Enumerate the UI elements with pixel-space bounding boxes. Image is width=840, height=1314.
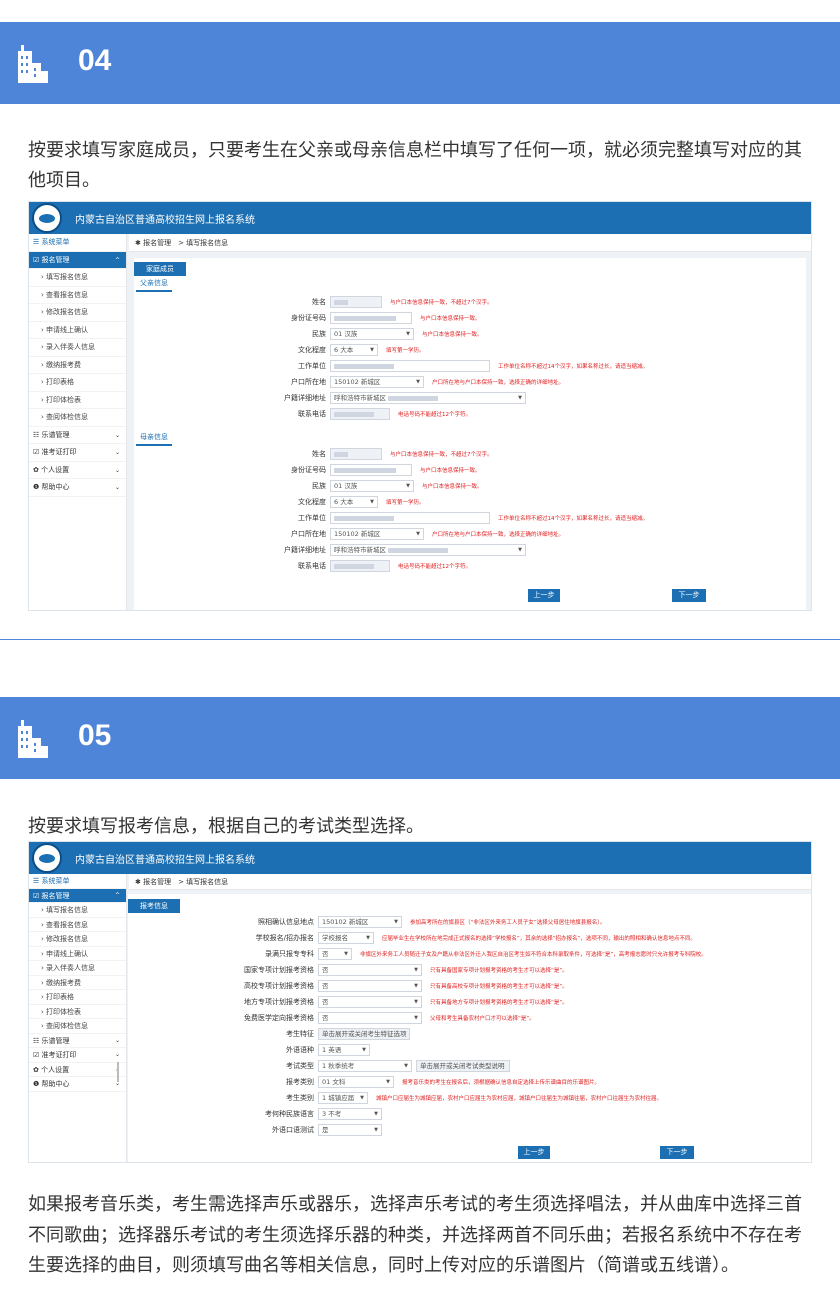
app-logo-icon: [32, 203, 62, 233]
sidebar-item-music[interactable]: ☷ 乐谱管理 ⌄: [29, 427, 126, 444]
sidebar-item-help[interactable]: ❶ 帮助中心 ⌄: [29, 479, 126, 497]
sidebar-subitem[interactable]: › 填写报名信息: [29, 903, 126, 918]
mother-hukou-select[interactable]: 150102 新城区 ▼: [330, 528, 424, 540]
building-icon: [18, 720, 48, 758]
sidebar-item-music[interactable]: ☷ 乐谱管理 ⌄: [29, 1034, 126, 1048]
sidebar-item-admit[interactable]: ☑ 准考证打印 ⌄: [29, 444, 126, 462]
sidebar-item-help[interactable]: ❶ 帮助中心 ⌄: [29, 1077, 126, 1092]
sidebar: ☰ 系统菜单 ☑ 报名管理 ^ › 填写报名信息 › 查看报名信息 › 修改报名信…: [29, 234, 127, 610]
father-id-input[interactable]: [330, 312, 412, 324]
father-section-title: 父亲信息: [136, 278, 172, 292]
app-screenshot-exam: 内蒙古自治区普通高校招生网上报名系统 ☰ 系统菜单 ☑ 报名管理 ^ › 填写报名…: [28, 841, 812, 1163]
national-plan-select[interactable]: 否 ▼: [318, 964, 422, 976]
sidebar-item-reg[interactable]: ☑ 报名管理 ^: [29, 251, 126, 269]
sidebar-subitem[interactable]: › 查看报名信息: [29, 287, 126, 304]
next-button[interactable]: 下一步: [672, 589, 706, 602]
father-work-input[interactable]: [330, 360, 490, 372]
app-screenshot-family: 内蒙古自治区普通高校招生网上报名系统 ☰ 系统菜单 ☑ 报名管理 ^ › 填写报名…: [28, 201, 812, 611]
building-icon: [18, 45, 48, 83]
section-divider: [0, 639, 840, 640]
app-title: 内蒙古自治区普通高校招生网上报名系统: [75, 855, 255, 866]
sidebar-subitem[interactable]: › 录入伴奏人信息: [29, 339, 126, 357]
sidebar-subitem[interactable]: › 打印体检表: [29, 392, 126, 409]
breadcrumb: ✱ 报名管理 > 填写报名信息: [129, 234, 811, 252]
college-plan-select[interactable]: 否 ▼: [318, 980, 422, 992]
tab-exam-info[interactable]: 报考信息: [128, 899, 180, 913]
section-number: 05: [78, 719, 112, 752]
section-04-banner: 04: [0, 22, 840, 104]
mother-edu-select[interactable]: 6 大本 ▼: [330, 496, 378, 508]
mother-phone-input[interactable]: [330, 560, 390, 572]
sidebar-subitem[interactable]: › 修改报名信息: [29, 932, 126, 947]
sidebar-subitem[interactable]: › 申请线上确认: [29, 322, 126, 339]
father-nation-select[interactable]: 01 汉族 ▼: [330, 328, 414, 340]
form-panel: 报考信息 照相确认信息地点 150102 新城区 ▼ 参加高考所在的旗县区（“非法…: [128, 894, 811, 1162]
father-hukou-select[interactable]: 150102 新城区 ▼: [330, 376, 424, 388]
sidebar-subitem[interactable]: › 填写报名信息: [29, 269, 126, 287]
ethnic-lang-select[interactable]: 3 不考 ▼: [318, 1108, 382, 1120]
sidebar-subitem[interactable]: › 查阅体检信息: [29, 409, 126, 427]
features-toggle-button[interactable]: 单击展开或关闭考生特征选项: [318, 1028, 410, 1040]
sidebar-scrollbar[interactable]: [117, 1062, 119, 1082]
reg-mode-select[interactable]: 学校报名 ▼: [318, 932, 374, 944]
oral-test-select[interactable]: 是 ▼: [318, 1124, 382, 1136]
sidebar-menu-title: ☰ 系统菜单: [29, 874, 126, 889]
sidebar-item-reg[interactable]: ☑ 报名管理 ^: [29, 888, 126, 903]
junior-only-select[interactable]: 否 ▼: [318, 948, 352, 960]
mother-addr-select[interactable]: 呼和浩特市新城区 ▼: [330, 544, 526, 556]
father-phone-input[interactable]: [330, 408, 390, 420]
tab-family[interactable]: 家庭成员: [134, 262, 186, 276]
mother-work-input[interactable]: [330, 512, 490, 524]
student-type-select[interactable]: 1 城镇应届 ▼: [318, 1092, 368, 1104]
mother-section-title: 母亲信息: [136, 432, 172, 446]
sidebar-subitem[interactable]: › 缴纳报考费: [29, 976, 126, 990]
instruction-paragraph: 按要求填写报考信息，根据自己的考试类型选择。: [28, 816, 424, 837]
section-05-banner: 05: [0, 697, 840, 779]
sidebar-subitem[interactable]: › 打印表格: [29, 374, 126, 392]
breadcrumb: ✱ 报名管理 > 填写报名信息: [129, 874, 811, 890]
medical-plan-select[interactable]: 否 ▼: [318, 1012, 422, 1024]
exam-type-select[interactable]: 1 秋季统考 ▼: [318, 1060, 412, 1072]
photo-site-select[interactable]: 150102 新城区 ▼: [318, 916, 402, 928]
language-select[interactable]: 1 英语 ▼: [318, 1044, 370, 1056]
sidebar-subitem[interactable]: › 打印体检表: [29, 1005, 126, 1019]
form-panel: 家庭成员 父亲信息 母亲信息 姓名 与户口本信息保持一致，不超过7个汉字。 身份…: [134, 258, 806, 610]
prev-button[interactable]: 上一步: [518, 1146, 550, 1159]
app-header: 内蒙古自治区普通高校招生网上报名系统: [29, 842, 811, 874]
section-number: 04: [78, 44, 112, 77]
app-logo-icon: [32, 843, 62, 873]
father-addr-select[interactable]: 呼和浩特市新城区 ▼: [330, 392, 526, 404]
sidebar-item-personal[interactable]: ✿ 个人设置⌄: [29, 1063, 126, 1077]
prev-button[interactable]: 上一步: [528, 589, 560, 602]
mother-nation-select[interactable]: 01 汉族 ▼: [330, 480, 414, 492]
music-instruction-paragraph: 如果报考音乐类，考生需选择声乐或器乐，选择声乐考试的考生须选择唱法，并从曲库中选…: [28, 1194, 802, 1276]
sidebar-menu-title: ☰ 系统菜单: [29, 234, 126, 252]
sidebar-subitem[interactable]: › 打印表格: [29, 990, 126, 1005]
mother-id-input[interactable]: [330, 464, 412, 476]
sidebar-subitem[interactable]: › 申请线上确认: [29, 947, 126, 961]
next-button[interactable]: 下一步: [660, 1146, 694, 1159]
sidebar-subitem[interactable]: › 录入伴奏人信息: [29, 961, 126, 976]
sidebar-subitem[interactable]: › 修改报名信息: [29, 304, 126, 322]
mother-name-input[interactable]: [330, 448, 382, 460]
sidebar-subitem[interactable]: › 查阅体检信息: [29, 1019, 126, 1034]
app-header: 内蒙古自治区普通高校招生网上报名系统: [29, 202, 811, 234]
exam-type-help-button[interactable]: 单击展开或关闭考试类型说明: [416, 1060, 510, 1072]
sidebar-item-admit[interactable]: ☑ 准考证打印 ⌄: [29, 1048, 126, 1063]
instruction-paragraph: 按要求填写家庭成员，只要考生在父亲或母亲信息栏中填写了任何一项，就必须完整填写对…: [28, 140, 802, 191]
app-title: 内蒙古自治区普通高校招生网上报名系统: [75, 215, 255, 226]
sidebar-subitem[interactable]: › 缴纳报考费: [29, 357, 126, 374]
sidebar-subitem[interactable]: › 查看报名信息: [29, 918, 126, 932]
sidebar: ☰ 系统菜单 ☑ 报名管理 ^ › 填写报名信息 › 查看报名信息 › 修改报名信…: [29, 874, 127, 1162]
category-select[interactable]: 01 文科 ▼: [318, 1076, 394, 1088]
local-plan-select[interactable]: 否 ▼: [318, 996, 422, 1008]
father-name-input[interactable]: [330, 296, 382, 308]
sidebar-item-personal[interactable]: ✿ 个人设置⌄: [29, 462, 126, 479]
father-edu-select[interactable]: 6 大本 ▼: [330, 344, 378, 356]
